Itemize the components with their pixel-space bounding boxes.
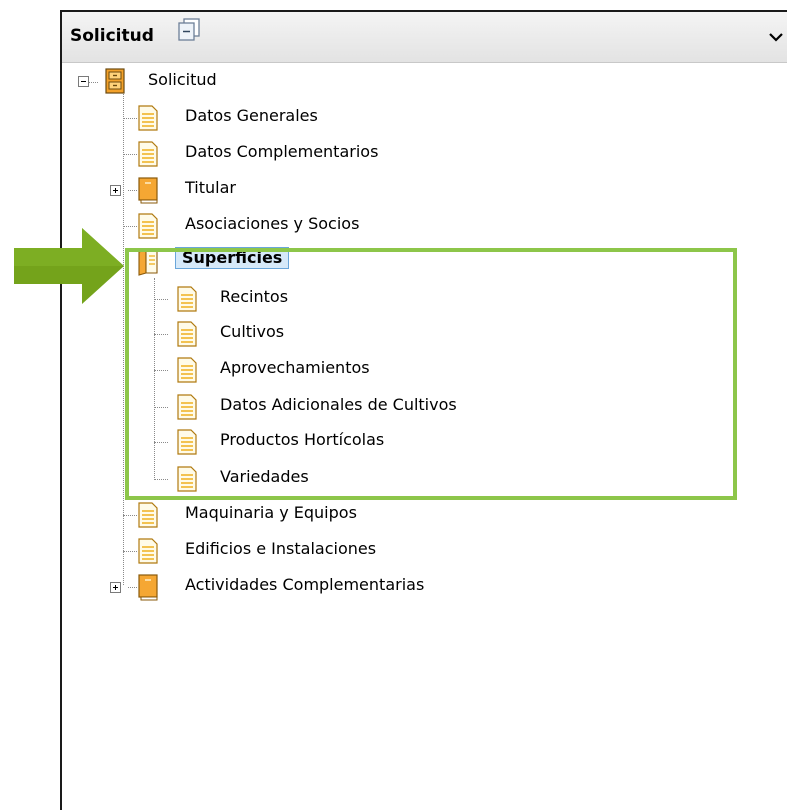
tree-node-label: Asociaciones y Socios xyxy=(185,214,360,233)
tree-guide-line xyxy=(123,88,124,585)
document-icon xyxy=(138,141,158,167)
tree-node-label: Datos Generales xyxy=(185,106,318,125)
panel-header: Solicitud xyxy=(62,12,787,63)
highlight-box xyxy=(125,248,737,500)
document-icon xyxy=(138,105,158,131)
chevron-down-icon[interactable] xyxy=(767,28,785,46)
expand-toggle[interactable] xyxy=(110,185,121,196)
panel-title: Solicitud xyxy=(70,26,154,46)
tree-node-titular[interactable]: Titular xyxy=(107,172,307,208)
tree-node-label: Titular xyxy=(185,178,236,197)
tree-node-datos-complementarios[interactable]: Datos Complementarios xyxy=(137,136,477,172)
tree-guide-line xyxy=(123,154,137,155)
tree-node-datos-generales[interactable]: Datos Generales xyxy=(137,100,437,136)
document-icon xyxy=(138,213,158,239)
tree-node-label: Datos Complementarios xyxy=(185,142,379,161)
arrow-right-icon xyxy=(14,228,124,304)
collapse-toggle[interactable] xyxy=(78,76,89,87)
tree-node-label: Solicitud xyxy=(148,70,217,89)
tree-node-label: Maquinaria y Equipos xyxy=(185,503,357,522)
tree-guide-line xyxy=(123,226,137,227)
tree-guide-line xyxy=(123,551,137,552)
tree-node-label: Actividades Complementarias xyxy=(185,575,425,594)
tree-node-edificios-e-instalaciones[interactable]: Edificios e Instalaciones xyxy=(137,533,437,569)
tree-guide-line xyxy=(123,118,137,119)
tree-node-solicitud[interactable]: Solicitud xyxy=(78,64,278,100)
book-icon xyxy=(138,177,158,204)
tree-node-maquinaria-y-equipos[interactable]: Maquinaria y Equipos xyxy=(137,497,437,533)
tree-guide-line xyxy=(123,515,137,516)
tree-node-actividades-complementarias[interactable]: Actividades Complementarias xyxy=(107,569,507,605)
expand-toggle[interactable] xyxy=(110,582,121,593)
collapse-panel-icon[interactable] xyxy=(176,16,202,42)
document-icon xyxy=(138,538,158,564)
book-icon xyxy=(138,574,158,601)
tree-node-label: Edificios e Instalaciones xyxy=(185,539,377,558)
cabinet-icon xyxy=(105,68,125,94)
tree-node-asociaciones-y-socios[interactable]: Asociaciones y Socios xyxy=(137,208,477,244)
document-icon xyxy=(138,502,158,528)
